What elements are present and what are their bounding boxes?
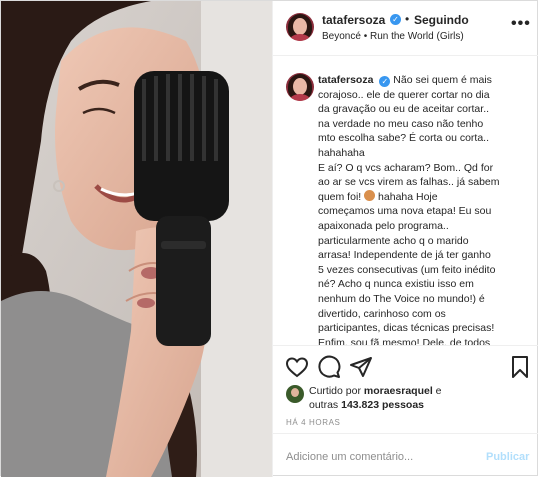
caption-line: Enfim, sou fã mesmo! Dele, de todos bbox=[318, 336, 491, 345]
liker-avatar[interactable] bbox=[286, 385, 304, 403]
bookmark-icon[interactable] bbox=[508, 355, 532, 379]
caption-line: hahahaha bbox=[318, 146, 365, 159]
more-options-icon[interactable]: ••• bbox=[511, 15, 531, 33]
caption-line: apaixonada pelo programa.. bbox=[318, 219, 449, 232]
caption-line: quem foi! bbox=[318, 190, 362, 203]
caption-username[interactable]: tatafersoza bbox=[318, 74, 373, 86]
caption-line: nenhum do The Voice no mundo!) é bbox=[318, 292, 485, 305]
caption-line: participantes, dicas técnicas precisas! bbox=[318, 322, 495, 335]
verified-badge-icon: ✓ bbox=[379, 76, 391, 87]
post-sidebar: tatafersoza ✓ • Seguindo Beyoncé • Run t… bbox=[272, 1, 538, 477]
caption-line: ao ar se vcs virem as falhas.. já sabem bbox=[318, 176, 500, 189]
caption-line: hahaha Hoje bbox=[378, 190, 438, 203]
caption-line: arrasa! Independente de já ter ganho bbox=[318, 249, 491, 262]
facepalm-emoji-icon bbox=[364, 189, 376, 201]
caption-line: mto escolha sabe? É corta ou corta.. bbox=[318, 132, 490, 145]
caption-text: tatafersoza ✓ Não sei quem é mais corajo… bbox=[318, 73, 528, 345]
share-icon[interactable] bbox=[349, 355, 373, 379]
heart-icon[interactable] bbox=[285, 355, 309, 379]
publish-button[interactable]: Publicar bbox=[486, 451, 529, 463]
music-label[interactable]: Beyoncé • Run the World (Girls) bbox=[322, 31, 464, 42]
post-timestamp[interactable]: HÁ 4 HORAS bbox=[286, 418, 340, 427]
caption-line: particularmente acho q o marido bbox=[318, 234, 469, 247]
caption-line: começamos uma nova etapa! Eu sou bbox=[318, 205, 492, 218]
photo-illustration bbox=[1, 1, 272, 477]
instagram-post: tatafersoza ✓ • Seguindo Beyoncé • Run t… bbox=[0, 0, 538, 477]
likes-prefix: Curtido por bbox=[309, 385, 361, 397]
author-username[interactable]: tatafersoza bbox=[322, 13, 385, 27]
caption-line: né? Acho q nunca existiu isso em bbox=[318, 278, 474, 291]
caption-line: da gravação ou eu de aceitar cortar.. bbox=[318, 103, 490, 116]
liker-username[interactable]: moraesraquel bbox=[364, 385, 433, 397]
comment-box: Publicar bbox=[273, 433, 538, 477]
caption-line: E aí? O q vcs acharam? Bom.. Qd for bbox=[318, 161, 494, 174]
caption-line: 5 vezes consecutivas (um feito inédito bbox=[318, 263, 496, 276]
caption-avatar[interactable] bbox=[286, 73, 314, 101]
caption-line: divertido, carinhoso com os bbox=[318, 307, 446, 320]
caption-area: tatafersoza ✓ Não sei quem é mais corajo… bbox=[273, 57, 538, 345]
following-button[interactable]: Seguindo bbox=[414, 13, 469, 27]
caption-line: corajoso.. ele de querer cortar no dia bbox=[318, 88, 490, 101]
caption-line: Não sei quem é mais bbox=[393, 74, 492, 86]
likes-count[interactable]: 143.823 pessoas bbox=[341, 399, 424, 411]
caption-line: na verdade no meu caso não tenho bbox=[318, 117, 484, 130]
author-avatar[interactable] bbox=[286, 13, 314, 41]
likes-conjunction: e bbox=[435, 385, 442, 397]
post-header: tatafersoza ✓ • Seguindo Beyoncé • Run t… bbox=[273, 1, 538, 56]
post-photo[interactable] bbox=[1, 1, 272, 477]
verified-badge-icon: ✓ bbox=[390, 14, 401, 25]
separator-dot: • bbox=[405, 12, 410, 26]
likes-others-prefix: outras bbox=[309, 399, 339, 411]
comment-input[interactable] bbox=[286, 447, 476, 467]
comment-icon[interactable] bbox=[317, 355, 341, 379]
